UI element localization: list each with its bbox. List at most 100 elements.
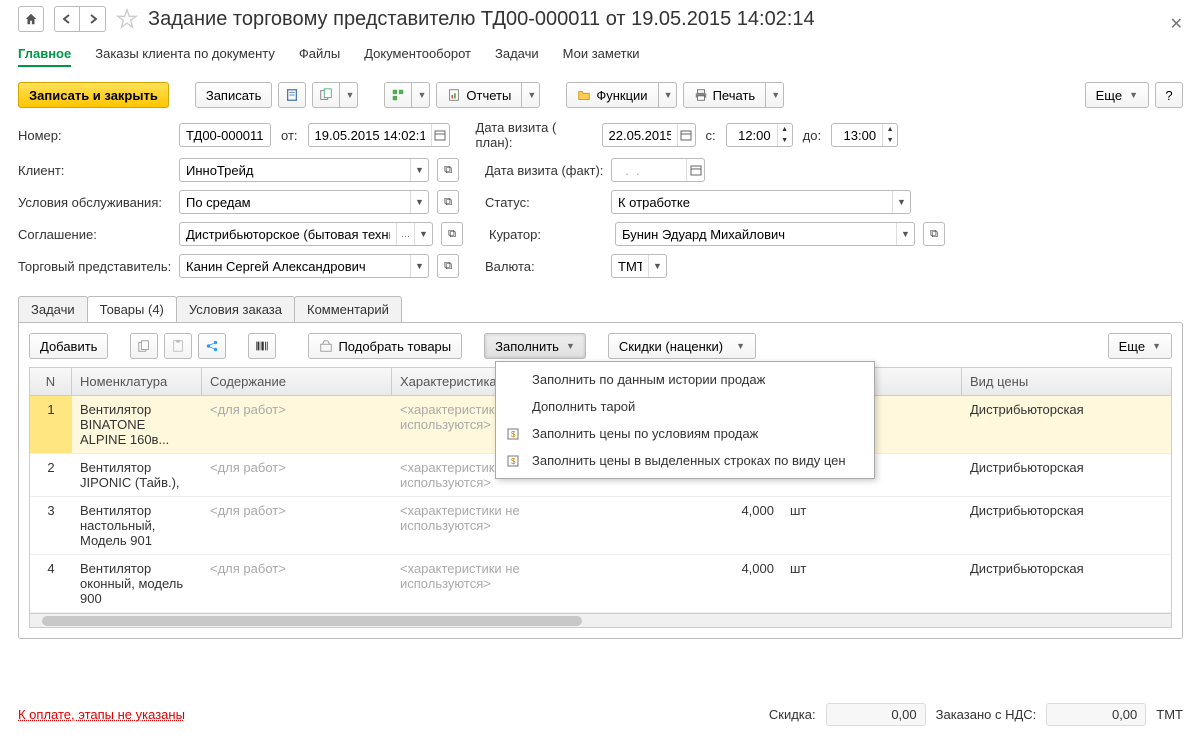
from-label: от: (281, 128, 298, 143)
share-icon (205, 339, 219, 353)
date-input[interactable] (309, 124, 431, 146)
col-content-header[interactable]: Содержание (202, 368, 392, 395)
service-terms-dropdown[interactable]: ▼ (410, 191, 428, 213)
add-row-button[interactable]: Добавить (29, 333, 108, 359)
functions-dropdown[interactable]: ▼ (659, 82, 677, 108)
tab-docflow[interactable]: Документооборот (364, 42, 471, 67)
fill-button[interactable]: Заполнить ▼ (484, 333, 586, 359)
sub-tabs: Задачи Товары (4) Условия заказа Коммент… (18, 296, 1183, 322)
visit-fact-picker[interactable] (686, 159, 704, 181)
status-dropdown[interactable]: ▼ (892, 191, 910, 213)
table-row[interactable]: 4Вентилятор оконный, модель 900<для рабо… (30, 555, 1171, 613)
forward-button[interactable] (80, 6, 106, 32)
subtab-tasks[interactable]: Задачи (18, 296, 88, 322)
tab-tasks[interactable]: Задачи (495, 42, 539, 67)
create-based-icon (319, 88, 333, 102)
back-button[interactable] (54, 6, 80, 32)
barcode-button[interactable] (248, 333, 276, 359)
document-post-icon (285, 88, 299, 102)
close-button[interactable]: ✕ (1170, 14, 1183, 34)
create-based-button[interactable] (312, 82, 340, 108)
save-close-button[interactable]: Записать и закрыть (18, 82, 169, 108)
agreement-input[interactable] (180, 223, 396, 245)
service-terms-input[interactable] (180, 191, 410, 213)
share-button[interactable] (198, 333, 226, 359)
print-button[interactable]: Печать (683, 82, 767, 108)
fill-prices-selected-item[interactable]: $ Заполнить цены в выделенных строках по… (496, 447, 874, 474)
subtab-order-terms[interactable]: Условия заказа (176, 296, 295, 322)
reports-dropdown[interactable]: ▼ (522, 82, 540, 108)
payment-stages-link[interactable]: К оплате, этапы не указаны (18, 707, 185, 722)
client-open-button[interactable]: ⧉ (437, 158, 459, 182)
visit-plan-label: Дата визита ( план): (476, 120, 596, 150)
save-button[interactable]: Записать (195, 82, 273, 108)
pick-goods-button[interactable]: Подобрать товары (308, 333, 462, 359)
subtab-goods[interactable]: Товары (4) (87, 296, 177, 322)
horizontal-scrollbar[interactable] (30, 613, 1171, 627)
visit-fact-input[interactable] (612, 159, 686, 181)
tab-main[interactable]: Главное (18, 42, 71, 67)
copy-button[interactable] (130, 333, 158, 359)
goods-toolbar: Добавить Подобрать товары Заполнит (29, 333, 1172, 359)
goods-more-button[interactable]: Еще ▼ (1108, 333, 1172, 359)
scroll-thumb[interactable] (42, 616, 582, 626)
time-to-input[interactable] (832, 124, 882, 146)
date-picker-button[interactable] (431, 124, 449, 146)
visit-plan-picker[interactable] (677, 124, 695, 146)
representative-input[interactable] (180, 255, 410, 277)
time-to-stepper[interactable]: ▲▼ (882, 124, 897, 146)
visit-plan-input[interactable] (603, 124, 677, 146)
representative-open[interactable]: ⧉ (437, 254, 459, 278)
price-icon: $ (506, 453, 522, 469)
post-button[interactable] (278, 82, 306, 108)
time-from-stepper[interactable]: ▲▼ (777, 124, 792, 146)
folder-icon (577, 88, 591, 102)
curator-input[interactable] (616, 223, 896, 245)
client-input[interactable] (180, 159, 410, 181)
time-from-input[interactable] (727, 124, 777, 146)
col-price-type-header[interactable]: Вид цены (962, 368, 1122, 395)
currency-dropdown[interactable]: ▼ (648, 255, 666, 277)
copy-icon (137, 339, 151, 353)
status-input[interactable] (612, 191, 892, 213)
paste-button[interactable] (164, 333, 192, 359)
col-nomenclature-header[interactable]: Номенклатура (72, 368, 202, 395)
discounts-button[interactable]: Скидки (наценки) ▼ (608, 333, 756, 359)
tab-orders[interactable]: Заказы клиента по документу (95, 42, 275, 67)
reports-button[interactable]: Отчеты (436, 82, 522, 108)
service-terms-open[interactable]: ⧉ (437, 190, 459, 214)
paste-icon (171, 339, 185, 353)
more-button[interactable]: Еще ▼ (1085, 82, 1149, 108)
curator-label: Куратор: (489, 227, 609, 242)
create-based-dropdown[interactable]: ▼ (340, 82, 358, 108)
tab-notes[interactable]: Мои заметки (563, 42, 640, 67)
tab-files[interactable]: Файлы (299, 42, 340, 67)
number-input[interactable] (180, 124, 270, 146)
agreement-label: Соглашение: (18, 227, 173, 242)
home-button[interactable] (18, 6, 44, 32)
col-n-header[interactable]: N (30, 368, 72, 395)
agreement-more[interactable]: … (396, 223, 414, 245)
agreement-dropdown[interactable]: ▼ (414, 223, 432, 245)
curator-dropdown[interactable]: ▼ (896, 223, 914, 245)
arrow-left-icon (61, 13, 73, 25)
service-terms-label: Условия обслуживания: (18, 195, 173, 210)
structure-dropdown[interactable]: ▼ (412, 82, 430, 108)
help-button[interactable]: ? (1155, 82, 1183, 108)
curator-open[interactable]: ⧉ (923, 222, 945, 246)
calendar-icon (434, 129, 446, 141)
main-toolbar: Записать и закрыть Записать ▼ ▼ Отчеты ▼… (0, 68, 1201, 120)
fill-tare-item[interactable]: Дополнить тарой (496, 393, 874, 420)
fill-prices-terms-item[interactable]: $ Заполнить цены по условиям продаж (496, 420, 874, 447)
functions-button[interactable]: Функции (566, 82, 658, 108)
footer-bar: К оплате, этапы не указаны Скидка: 0,00 … (18, 703, 1183, 726)
representative-dropdown[interactable]: ▼ (410, 255, 428, 277)
structure-button[interactable] (384, 82, 412, 108)
favorite-star-icon[interactable] (116, 8, 138, 30)
client-dropdown[interactable]: ▼ (410, 159, 428, 181)
print-dropdown[interactable]: ▼ (766, 82, 784, 108)
agreement-open[interactable]: ⧉ (441, 222, 463, 246)
table-row[interactable]: 3Вентилятор настольный, Модель 901<для р… (30, 497, 1171, 555)
subtab-comment[interactable]: Комментарий (294, 296, 402, 322)
fill-history-item[interactable]: Заполнить по данным истории продаж (496, 366, 874, 393)
